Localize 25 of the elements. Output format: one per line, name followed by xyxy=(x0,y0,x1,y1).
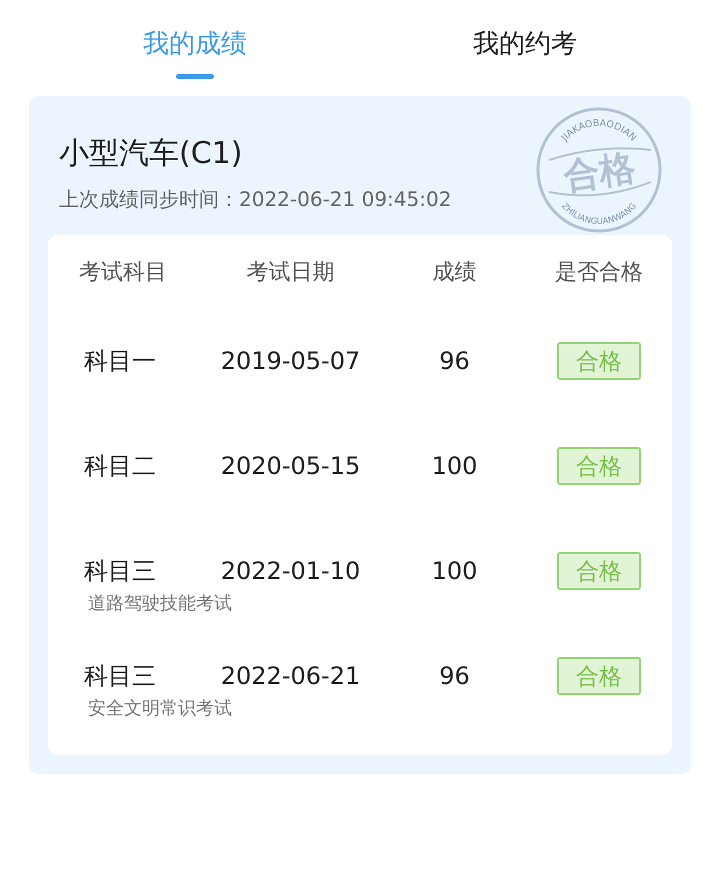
license-title: 小型汽车(C1) xyxy=(59,135,242,173)
column-header: 考试日期 xyxy=(246,259,334,287)
tab-indicator xyxy=(176,74,214,79)
subject-cell-text: 科目三 xyxy=(84,556,157,586)
result-badge: 合格 xyxy=(557,447,641,485)
subject-cell-text: 科目二 xyxy=(84,451,157,481)
date-cell: 2022-01-10 xyxy=(220,556,360,586)
date-cell: 2020-05-15 xyxy=(220,451,360,481)
date-cell: 2019-05-07 xyxy=(220,346,360,376)
column-header: 是否合格 xyxy=(555,259,643,287)
subject-cell-text: 科目三 xyxy=(84,661,157,691)
tab[interactable]: 我的约考 xyxy=(390,0,660,96)
column-header: 考试科目 xyxy=(79,259,167,287)
result-badge: 合格 xyxy=(557,342,641,380)
subject-cell-text: 科目一 xyxy=(84,346,157,376)
date-cell: 2022-06-21 xyxy=(220,661,360,691)
score-cell: 96 xyxy=(439,346,470,376)
column-header: 成绩 xyxy=(432,259,476,287)
subject-note: 安全文明常识考试 xyxy=(88,697,232,720)
score-cell: 96 xyxy=(439,661,470,691)
score-cell: 100 xyxy=(432,556,478,586)
score-cell: 100 xyxy=(432,451,478,481)
result-badge: 合格 xyxy=(557,552,641,590)
result-badge: 合格 xyxy=(557,657,641,695)
subject-note: 道路驾驶技能考试 xyxy=(88,592,232,615)
